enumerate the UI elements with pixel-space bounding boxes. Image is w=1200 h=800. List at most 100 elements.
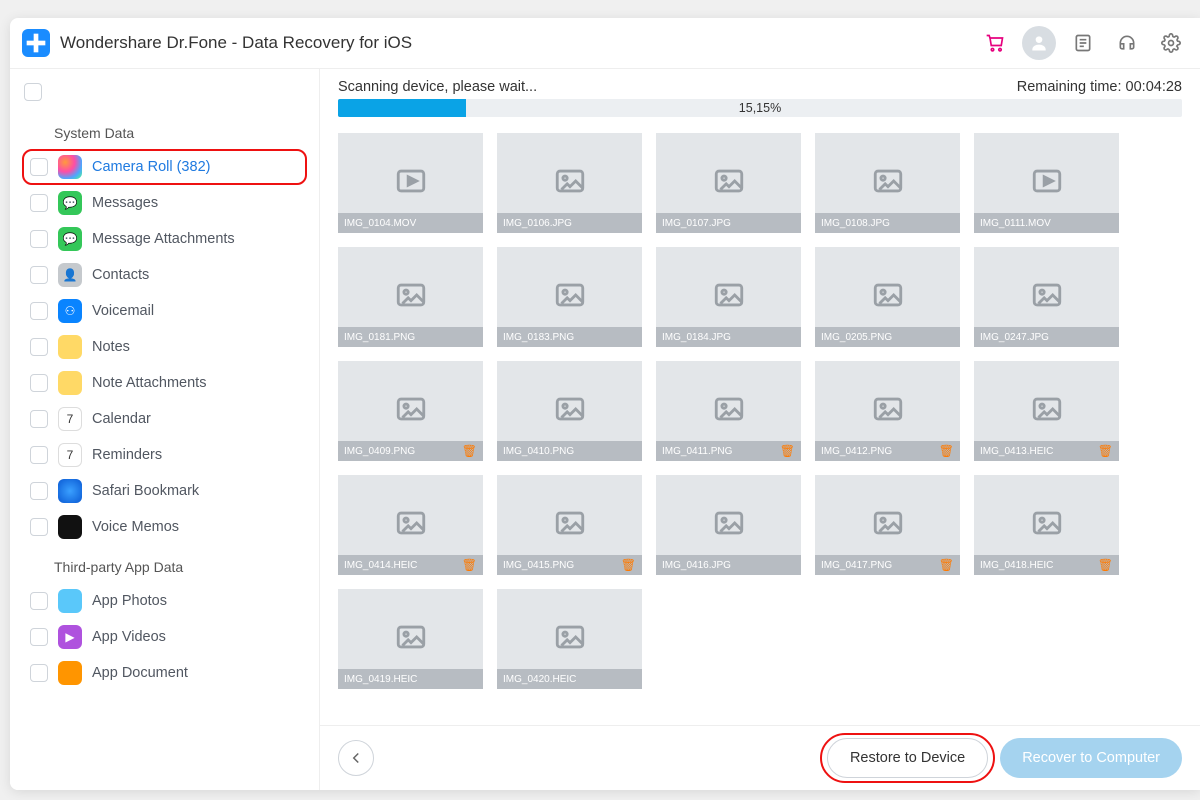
thumbnail-item[interactable]: IMG_0205.PNG xyxy=(815,247,960,347)
thumbnail-item[interactable]: IMG_0184.JPG xyxy=(656,247,801,347)
checkbox[interactable] xyxy=(30,194,48,212)
thumbnail-item[interactable]: IMG_0417.PNG🗑 xyxy=(815,475,960,575)
thumbnail-item[interactable]: IMG_0410.PNG xyxy=(497,361,642,461)
support-icon[interactable] xyxy=(1110,26,1144,60)
trash-icon: 🗑 xyxy=(621,558,636,572)
sidebar-item-notes[interactable]: Notes xyxy=(10,329,319,365)
thumbnail-filename: IMG_0409.PNG xyxy=(344,446,458,457)
sidebar-item-reminders[interactable]: 7 Reminders xyxy=(10,437,319,473)
checkbox[interactable] xyxy=(30,518,48,536)
thumbnail-item[interactable]: IMG_0409.PNG🗑 xyxy=(338,361,483,461)
thumbnail-item[interactable]: IMG_0414.HEIC🗑 xyxy=(338,475,483,575)
sidebar-item-safari-bookmark[interactable]: Safari Bookmark xyxy=(10,473,319,509)
settings-icon[interactable] xyxy=(1154,26,1188,60)
sidebar-item-calendar[interactable]: 7 Calendar xyxy=(10,401,319,437)
thumbnail-item[interactable]: IMG_0104.MOV xyxy=(338,133,483,233)
select-all-checkbox[interactable] xyxy=(24,83,42,101)
checkbox[interactable] xyxy=(30,446,48,464)
thumbnail-label-bar: IMG_0419.HEIC xyxy=(338,669,483,689)
scan-status-text: Scanning device, please wait... xyxy=(338,79,537,95)
notes-icon xyxy=(58,371,82,395)
thumbnail-label-bar: IMG_0106.JPG xyxy=(497,213,642,233)
feedback-icon[interactable] xyxy=(1066,26,1100,60)
image-icon xyxy=(1030,278,1064,317)
thumbnail-item[interactable]: IMG_0183.PNG xyxy=(497,247,642,347)
sidebar-item-messages[interactable]: 💬 Messages xyxy=(10,185,319,221)
sidebar-item-voice-memos[interactable]: Voice Memos xyxy=(10,509,319,545)
messages-icon: 💬 xyxy=(58,191,82,215)
safari-icon xyxy=(58,479,82,503)
checkbox[interactable] xyxy=(30,628,48,646)
titlebar: Wondershare Dr.Fone - Data Recovery for … xyxy=(10,18,1200,69)
progress-bar: 15,15% xyxy=(338,99,1182,117)
sidebar-item-app-photos[interactable]: App Photos xyxy=(10,583,319,619)
back-button[interactable] xyxy=(338,740,374,776)
thumbnail-filename: IMG_0420.HEIC xyxy=(503,674,636,685)
thumbnail-filename: IMG_0416.JPG xyxy=(662,560,795,571)
checkbox[interactable] xyxy=(30,266,48,284)
checkbox[interactable] xyxy=(30,338,48,356)
checkbox[interactable] xyxy=(30,664,48,682)
thumbnail-label-bar: IMG_0183.PNG xyxy=(497,327,642,347)
sidebar-item-message-attachments[interactable]: 💬 Message Attachments xyxy=(10,221,319,257)
thumbnail-item[interactable]: IMG_0413.HEIC🗑 xyxy=(974,361,1119,461)
checkbox[interactable] xyxy=(30,410,48,428)
thumbnail-item[interactable]: IMG_0107.JPG xyxy=(656,133,801,233)
sidebar-item-note-attachments[interactable]: Note Attachments xyxy=(10,365,319,401)
image-icon xyxy=(553,392,587,431)
thumbnail-item[interactable]: IMG_0419.HEIC xyxy=(338,589,483,689)
thumbnail-item[interactable]: IMG_0418.HEIC🗑 xyxy=(974,475,1119,575)
cart-icon[interactable] xyxy=(978,26,1012,60)
checkbox[interactable] xyxy=(30,158,48,176)
thumbnail-filename: IMG_0412.PNG xyxy=(821,446,935,457)
app-photos-icon xyxy=(58,589,82,613)
checkbox[interactable] xyxy=(30,302,48,320)
avatar-icon[interactable] xyxy=(1022,26,1056,60)
checkbox[interactable] xyxy=(30,592,48,610)
image-icon xyxy=(1030,392,1064,431)
thumbnail-label-bar: IMG_0413.HEIC🗑 xyxy=(974,441,1119,461)
checkbox[interactable] xyxy=(30,374,48,392)
calendar-icon: 7 xyxy=(58,407,82,431)
recover-to-computer-button[interactable]: Recover to Computer xyxy=(1000,738,1182,778)
thumbnail-label-bar: IMG_0181.PNG xyxy=(338,327,483,347)
thumbnail-item[interactable]: IMG_0416.JPG xyxy=(656,475,801,575)
sidebar-item-label: Contacts xyxy=(92,267,149,283)
thumbnail-item[interactable]: IMG_0412.PNG🗑 xyxy=(815,361,960,461)
sidebar-item-label: App Photos xyxy=(92,593,167,609)
thumbnail-label-bar: IMG_0411.PNG🗑 xyxy=(656,441,801,461)
thumbnail-item[interactable]: IMG_0415.PNG🗑 xyxy=(497,475,642,575)
voicemail-icon: ⚇ xyxy=(58,299,82,323)
thumbnail-filename: IMG_0205.PNG xyxy=(821,332,954,343)
thumbnail-grid-container: IMG_0104.MOV IMG_0106.JPG IMG_0107.JPG IMG_… xyxy=(320,119,1200,725)
thumbnail-item[interactable]: IMG_0111.MOV xyxy=(974,133,1119,233)
sidebar-item-voicemail[interactable]: ⚇ Voicemail xyxy=(10,293,319,329)
thumbnail-filename: IMG_0417.PNG xyxy=(821,560,935,571)
thumbnail-label-bar: IMG_0410.PNG xyxy=(497,441,642,461)
image-icon xyxy=(712,506,746,545)
messages-icon: 💬 xyxy=(58,227,82,251)
sidebar-item-app-document[interactable]: App Document xyxy=(10,655,319,691)
thumbnail-item[interactable]: IMG_0420.HEIC xyxy=(497,589,642,689)
image-icon xyxy=(712,392,746,431)
thumbnail-item[interactable]: IMG_0411.PNG🗑 xyxy=(656,361,801,461)
app-logo-icon xyxy=(22,29,50,57)
thumbnail-item[interactable]: IMG_0106.JPG xyxy=(497,133,642,233)
sidebar-item-contacts[interactable]: 👤 Contacts xyxy=(10,257,319,293)
image-icon xyxy=(871,392,905,431)
sidebar-item-app-videos[interactable]: ▶ App Videos xyxy=(10,619,319,655)
thumbnail-item[interactable]: IMG_0181.PNG xyxy=(338,247,483,347)
thumbnail-label-bar: IMG_0107.JPG xyxy=(656,213,801,233)
trash-icon: 🗑 xyxy=(462,558,477,572)
image-icon xyxy=(871,278,905,317)
sidebar-item-camera-roll[interactable]: Camera Roll (382) xyxy=(10,149,319,185)
thumbnail-item[interactable]: IMG_0247.JPG xyxy=(974,247,1119,347)
notes-icon xyxy=(58,335,82,359)
thumbnail-grid: IMG_0104.MOV IMG_0106.JPG IMG_0107.JPG IMG_… xyxy=(338,133,1200,689)
thumbnail-item[interactable]: IMG_0108.JPG xyxy=(815,133,960,233)
checkbox[interactable] xyxy=(30,482,48,500)
restore-to-device-button[interactable]: Restore to Device xyxy=(827,738,988,778)
checkbox[interactable] xyxy=(30,230,48,248)
thumbnail-filename: IMG_0247.JPG xyxy=(980,332,1113,343)
main-panel: Scanning device, please wait... Remainin… xyxy=(320,69,1200,790)
